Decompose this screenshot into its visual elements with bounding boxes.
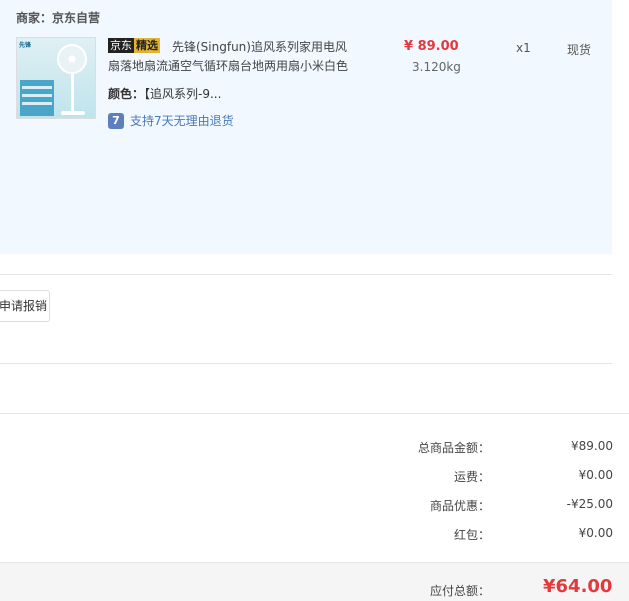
divider xyxy=(0,413,629,414)
fan-head-shape xyxy=(57,44,87,74)
summary-row-red-packet: 红包： ¥0.00 xyxy=(360,526,613,543)
report-reimbursement-button[interactable]: 申请报销 xyxy=(0,290,50,322)
fan-base-shape xyxy=(61,111,85,115)
jd-selected-tag: 京东 精选 xyxy=(108,38,160,53)
total-bar xyxy=(0,562,629,601)
divider xyxy=(0,363,612,364)
image-brand-mark: 先锋 xyxy=(19,42,32,49)
jd-tag-part2: 精选 xyxy=(134,38,160,53)
promo-line xyxy=(22,102,52,105)
promo-line xyxy=(22,94,52,97)
summary-row-shipping: 运费： ¥0.00 xyxy=(360,468,613,485)
summary-value: ¥89.00 xyxy=(571,439,613,453)
color-value: 【追风系列-9... xyxy=(144,87,222,101)
total-amount: ¥64.00 xyxy=(543,576,613,597)
summary-label: 运费： xyxy=(453,470,490,484)
color-label: 颜色： xyxy=(108,87,145,101)
product-color: 颜色：【追风系列-9... xyxy=(108,85,221,102)
seven-day-return-icon: 7 xyxy=(108,112,124,129)
summary-label: 总商品金额： xyxy=(417,441,490,455)
product-quantity: x1 xyxy=(516,41,531,55)
seller-label: 商家：京东自营 xyxy=(16,11,101,25)
summary-value: -¥25.00 xyxy=(566,497,613,511)
summary-label: 红包： xyxy=(453,528,490,542)
jd-tag-part1: 京东 xyxy=(108,38,134,53)
summary-row-goods-total: 总商品金额： ¥89.00 xyxy=(360,439,613,456)
promo-line xyxy=(22,86,52,89)
summary-value: ¥0.00 xyxy=(578,526,613,540)
return-policy-text: 支持7天无理由退货 xyxy=(130,114,234,128)
summary-label: 商品优惠： xyxy=(429,499,490,513)
product-weight: 3.120kg xyxy=(412,60,461,74)
product-price: ¥ 89.00 xyxy=(404,39,459,54)
return-policy-link[interactable]: 7 支持7天无理由退货 xyxy=(108,112,234,129)
order-item-panel: 商家：京东自营 先锋 先锋(Singfun)追风系列家用电风扇落地扇流通空气循环… xyxy=(0,0,612,254)
product-image[interactable]: 先锋 xyxy=(16,37,96,119)
stock-status: 现货 xyxy=(567,43,592,57)
total-label: 应付总额： xyxy=(430,584,491,598)
fan-pole-shape xyxy=(71,74,74,112)
order-detail-page: 商家：京东自营 先锋 先锋(Singfun)追风系列家用电风扇落地扇流通空气循环… xyxy=(0,0,629,601)
summary-value: ¥0.00 xyxy=(578,468,613,482)
summary-row-discount: 商品优惠： -¥25.00 xyxy=(360,497,613,514)
promo-graphic xyxy=(20,80,54,116)
divider xyxy=(0,274,612,275)
